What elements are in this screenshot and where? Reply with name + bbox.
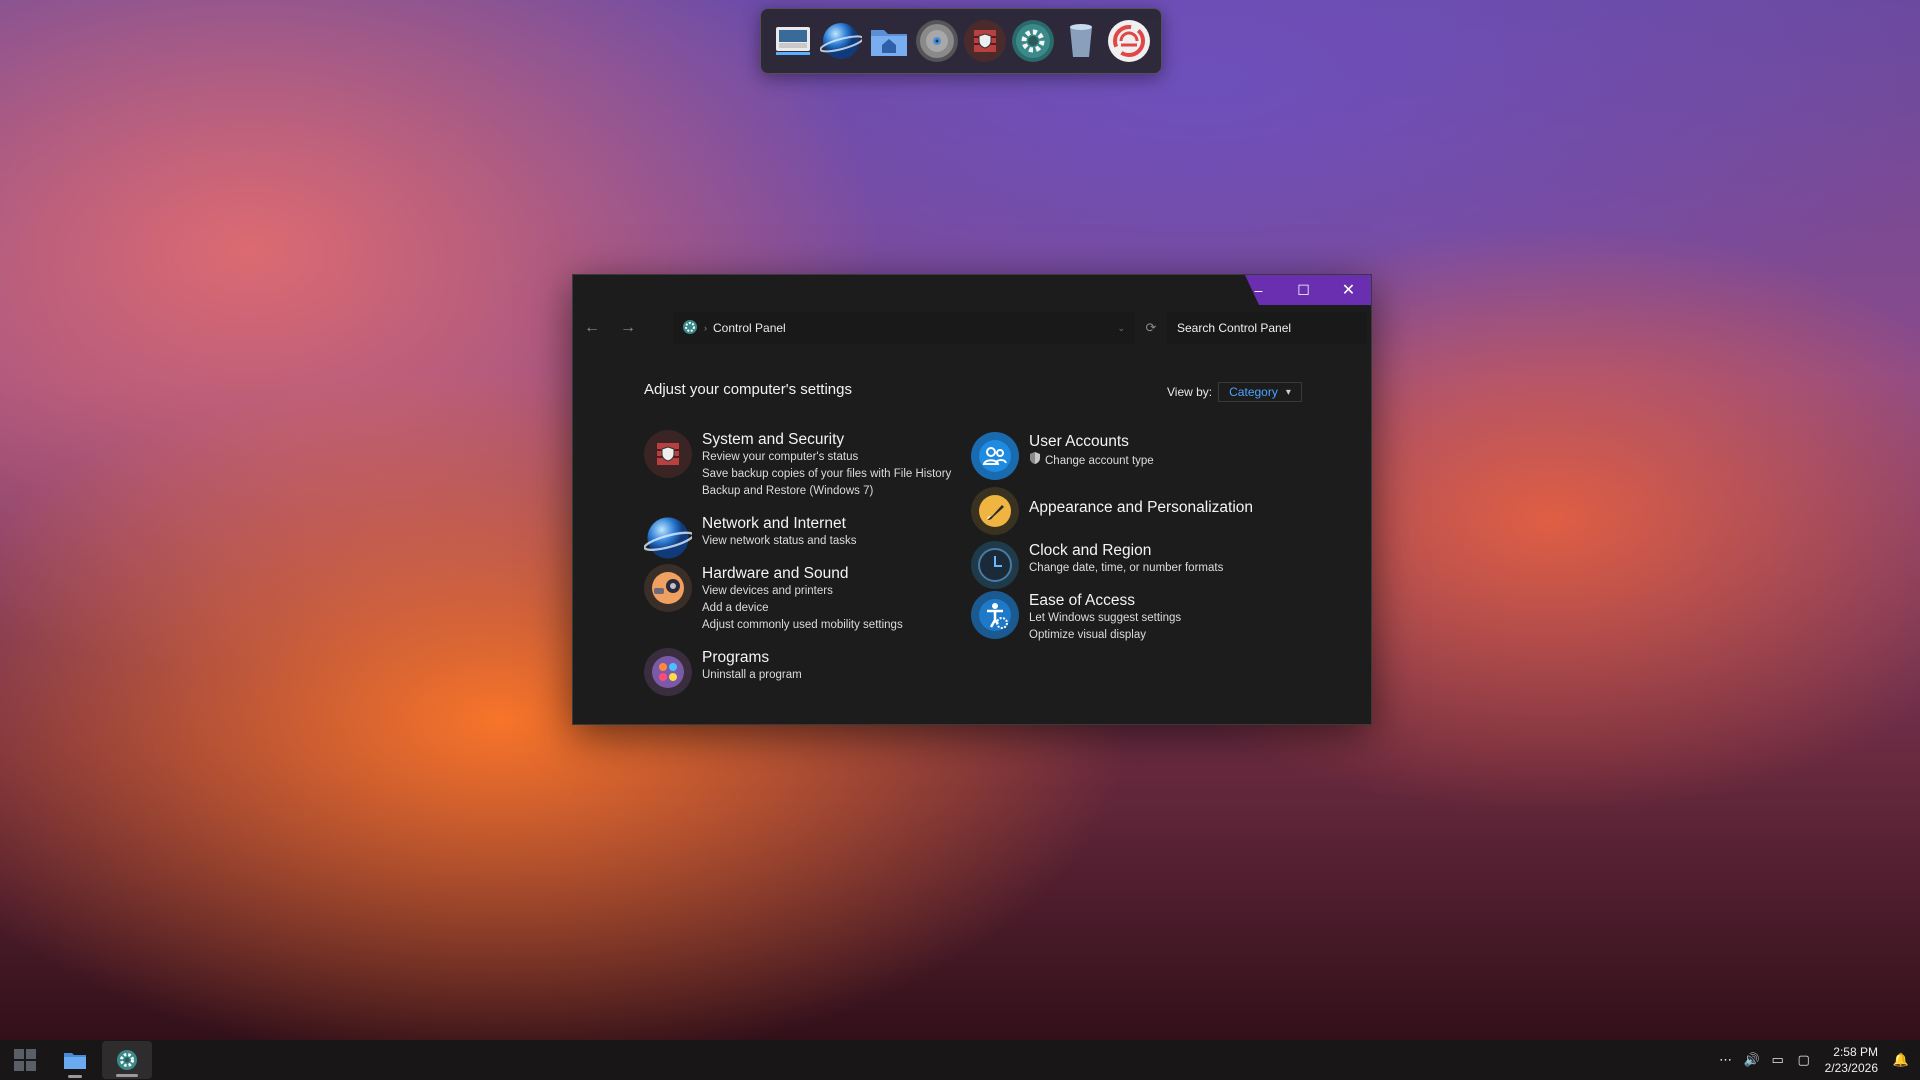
address-bar[interactable]: › Control Panel ⌄ (673, 312, 1135, 344)
home-folder-icon[interactable] (868, 20, 910, 62)
category-link[interactable]: Uninstall a program (702, 667, 802, 684)
taskbar-file-explorer[interactable] (52, 1040, 98, 1080)
category-title[interactable]: User Accounts (1029, 432, 1154, 451)
monitor-icon[interactable] (772, 20, 814, 62)
search-input[interactable]: Search Control Panel (1167, 312, 1367, 344)
navigation-bar: ← → › Control Panel ⌄ ⟳ Search Control P… (573, 312, 1371, 344)
page-title: Adjust your computer's settings (644, 381, 852, 398)
category-link[interactable]: Let Windows suggest settings (1029, 610, 1181, 627)
category-link[interactable]: Change account type (1029, 451, 1154, 471)
clock-date: 2/23/2026 (1824, 1061, 1878, 1075)
recycle-bin-icon[interactable] (1060, 20, 1102, 62)
accessibility-icon[interactable] (971, 591, 1019, 639)
network-globe-icon[interactable] (820, 20, 862, 62)
category-user-accounts: User Accounts Change account type (971, 432, 1154, 480)
app-dock (760, 8, 1162, 74)
category-link[interactable]: View network status and tasks (702, 533, 856, 550)
category-system-security: System and Security Review your computer… (644, 430, 951, 500)
category-link[interactable]: Adjust commonly used mobility settings (702, 617, 903, 634)
category-ease-of-access: Ease of Access Let Windows suggest setti… (971, 591, 1181, 644)
display-icon[interactable]: ▢ (1791, 1040, 1817, 1080)
breadcrumb-control-panel[interactable]: Control Panel (713, 321, 786, 335)
back-button[interactable]: ← (577, 312, 607, 344)
programs-icon[interactable] (644, 648, 692, 696)
title-bar[interactable]: – ☐ ✕ (573, 275, 1371, 305)
category-link[interactable]: View devices and printers (702, 583, 903, 600)
running-indicator (68, 1075, 82, 1078)
category-link[interactable]: Backup and Restore (Windows 7) (702, 483, 951, 500)
category-appearance: Appearance and Personalization (971, 487, 1253, 535)
clock[interactable]: 2:58 PM 2/23/2026 (1825, 1044, 1878, 1076)
hardware-sound-icon[interactable] (644, 564, 692, 612)
user-accounts-icon[interactable] (971, 432, 1019, 480)
caption-buttons: – ☐ ✕ (1245, 275, 1371, 305)
category-title[interactable]: System and Security (702, 430, 951, 449)
sync-app-icon[interactable] (1108, 20, 1150, 62)
control-panel-gear-icon[interactable] (1012, 20, 1054, 62)
active-indicator (116, 1074, 138, 1077)
view-by-dropdown[interactable]: Category ▾ (1218, 382, 1302, 402)
category-link[interactable]: Save backup copies of your files with Fi… (702, 466, 951, 483)
minimize-button[interactable]: – (1245, 275, 1281, 305)
address-dropdown-icon[interactable]: ⌄ (1117, 323, 1125, 334)
category-link[interactable]: Change date, time, or number formats (1029, 560, 1223, 577)
network-globe-icon[interactable] (644, 514, 692, 562)
start-button[interactable] (2, 1040, 48, 1080)
clock-time: 2:58 PM (1833, 1045, 1878, 1059)
breadcrumb-separator: › (704, 323, 707, 333)
maximize-button[interactable]: ☐ (1281, 275, 1326, 305)
change-account-type-label: Change account type (1045, 454, 1154, 467)
control-panel-window: – ☐ ✕ ← → › Control Panel ⌄ ⟳ Search Con… (572, 274, 1372, 725)
view-by-label: View by: (1167, 385, 1213, 399)
folder-icon (64, 1053, 86, 1069)
system-tray: ⋯ 🔊 ▭ ▢ 2:58 PM 2/23/2026 🔔 (1713, 1040, 1920, 1080)
paintbrush-icon[interactable] (971, 487, 1019, 535)
category-link[interactable]: Add a device (702, 600, 903, 617)
notification-bell-icon[interactable]: 🔔 (1888, 1040, 1914, 1080)
security-shield-icon[interactable] (964, 20, 1006, 62)
overflow-icon[interactable]: ⋯ (1713, 1040, 1739, 1080)
category-title[interactable]: Clock and Region (1029, 541, 1223, 560)
disc-icon[interactable] (916, 20, 958, 62)
close-button[interactable]: ✕ (1326, 275, 1371, 305)
category-clock-region: Clock and Region Change date, time, or n… (971, 541, 1223, 589)
view-by-value: Category (1229, 385, 1278, 399)
category-title[interactable]: Programs (702, 648, 802, 667)
category-title[interactable]: Appearance and Personalization (1029, 498, 1253, 517)
clock-icon[interactable] (971, 541, 1019, 589)
control-panel-gear-icon (117, 1050, 137, 1070)
battery-icon[interactable]: ▭ (1765, 1040, 1791, 1080)
view-by-control: View by: Category ▾ (1167, 382, 1302, 402)
windows-logo-icon (14, 1049, 36, 1071)
category-programs: Programs Uninstall a program (644, 648, 802, 696)
category-link[interactable]: Review your computer's status (702, 449, 951, 466)
category-title[interactable]: Network and Internet (702, 514, 856, 533)
category-title[interactable]: Hardware and Sound (702, 564, 903, 583)
control-panel-icon (682, 319, 698, 338)
security-shield-icon[interactable] (644, 430, 692, 478)
category-title[interactable]: Ease of Access (1029, 591, 1181, 610)
chevron-down-icon: ▾ (1285, 386, 1291, 398)
taskbar: ⋯ 🔊 ▭ ▢ 2:58 PM 2/23/2026 🔔 (0, 1040, 1920, 1080)
uac-shield-icon (1029, 451, 1041, 471)
category-link[interactable]: Optimize visual display (1029, 627, 1181, 644)
refresh-button[interactable]: ⟳ (1135, 312, 1167, 344)
category-network-internet: Network and Internet View network status… (644, 514, 856, 562)
taskbar-control-panel[interactable] (102, 1041, 152, 1079)
forward-button[interactable]: → (613, 312, 643, 344)
category-hardware-sound: Hardware and Sound View devices and prin… (644, 564, 903, 634)
volume-icon[interactable]: 🔊 (1739, 1040, 1765, 1080)
